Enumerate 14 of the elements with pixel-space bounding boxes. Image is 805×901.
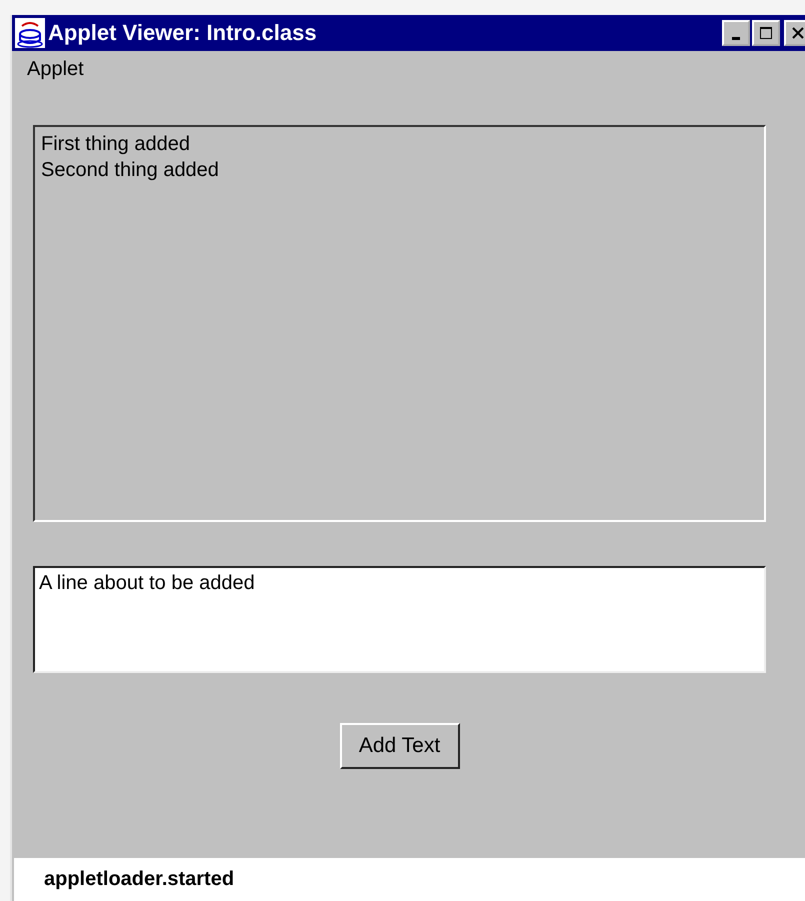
menu-item[interactable]: Applet [27,58,84,80]
minimize-icon [732,36,740,40]
maximize-icon [759,26,773,40]
close-button[interactable] [784,20,805,46]
text-area[interactable]: First thing added Second thing added [33,125,766,522]
input-field[interactable]: A line about to be added [33,566,766,673]
text-line: Second thing added [41,158,220,183]
add-text-button[interactable]: Add Text [340,723,460,769]
close-icon [791,26,805,40]
window-title: Applet Viewer: Intro.class [48,20,318,46]
minimize-button[interactable] [722,20,750,46]
status-text: appletloader.started [44,868,234,891]
maximize-button[interactable] [752,20,780,46]
text-line: First thing added [41,132,191,157]
